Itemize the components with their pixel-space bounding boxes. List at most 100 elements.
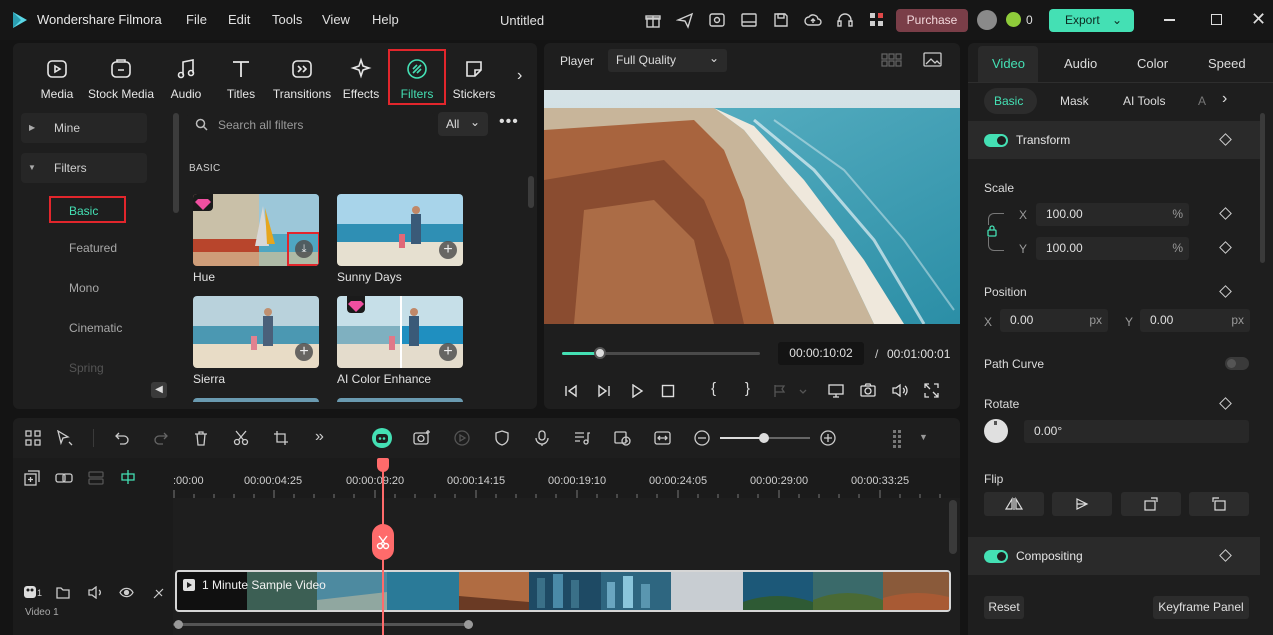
- split-scissors-icon[interactable]: [233, 430, 249, 446]
- keyframe-diamond-icon[interactable]: [1219, 549, 1232, 562]
- video-preview[interactable]: [544, 90, 960, 324]
- mark-in-icon[interactable]: {: [711, 380, 716, 397]
- tab-video[interactable]: Video: [992, 56, 1025, 71]
- close-icon[interactable]: ✕: [1251, 10, 1266, 28]
- avatar[interactable]: [977, 10, 997, 30]
- send-icon[interactable]: [676, 11, 694, 29]
- subtab-ai-tools[interactable]: AI Tools: [1123, 94, 1165, 108]
- media-manager-icon[interactable]: [708, 11, 726, 29]
- tabs-next-chevron-icon[interactable]: ›: [517, 67, 522, 85]
- display-screen-icon[interactable]: [828, 384, 844, 398]
- chevron-down-icon[interactable]: ⌄: [1112, 9, 1122, 32]
- play-circle-icon[interactable]: [454, 430, 470, 446]
- auto-sync-icon[interactable]: [614, 430, 631, 446]
- lock-track-icon[interactable]: [152, 586, 165, 600]
- playback-scrubber-handle[interactable]: [593, 347, 606, 359]
- rotate-input[interactable]: 0.00°: [1024, 420, 1249, 443]
- subtabs-next-chevron-icon[interactable]: ›: [1222, 90, 1227, 108]
- headset-support-icon[interactable]: [836, 11, 854, 29]
- filter-thumb-sunny-days[interactable]: +: [337, 194, 463, 266]
- tab-speed[interactable]: Speed: [1208, 56, 1246, 71]
- keyframe-diamond-icon[interactable]: [1219, 241, 1232, 254]
- flip-vertical-button[interactable]: [1052, 492, 1112, 516]
- sidebar-sub-featured[interactable]: Featured: [69, 241, 117, 255]
- properties-scrollbar[interactable]: [1260, 113, 1265, 263]
- marker-dropdown-icon[interactable]: [772, 384, 808, 398]
- scrollbar-handle-right[interactable]: [464, 620, 473, 629]
- eye-visibility-icon[interactable]: [119, 587, 134, 598]
- layout-icon[interactable]: [740, 11, 758, 29]
- tab-effects[interactable]: Effects: [331, 57, 391, 101]
- sidebar-sub-mono[interactable]: Mono: [69, 281, 99, 295]
- layout-grid-icon[interactable]: [25, 430, 41, 446]
- rotate-dial[interactable]: [984, 419, 1008, 443]
- menu-view[interactable]: View: [322, 12, 350, 27]
- reset-button[interactable]: Reset: [984, 596, 1024, 619]
- camera-snapshot-icon[interactable]: [860, 383, 876, 398]
- apps-grid-icon[interactable]: [868, 11, 886, 29]
- download-button[interactable]: ⤓: [287, 232, 319, 266]
- select-cursor-icon[interactable]: [56, 430, 74, 446]
- menu-help[interactable]: Help: [372, 12, 399, 27]
- tab-audio[interactable]: Audio: [156, 57, 216, 101]
- compositing-section-header[interactable]: Compositing: [968, 537, 1260, 575]
- add-filter-icon[interactable]: +: [439, 343, 457, 361]
- flip-horizontal-button[interactable]: [984, 492, 1044, 516]
- export-button[interactable]: Export ⌄: [1049, 9, 1134, 32]
- cloud-upload-icon[interactable]: [804, 11, 822, 29]
- sidebar-item-mine[interactable]: ▶ Mine: [21, 113, 147, 143]
- keyframe-diamond-icon[interactable]: [1219, 133, 1232, 146]
- zoom-out-icon[interactable]: [694, 430, 710, 446]
- track-audio-icon[interactable]: [88, 586, 103, 599]
- snapshot-image-icon[interactable]: [923, 52, 942, 67]
- compositing-toggle[interactable]: [984, 550, 1008, 563]
- stop-icon[interactable]: [661, 384, 675, 398]
- add-track-icon[interactable]: [24, 470, 40, 486]
- audio-list-icon[interactable]: [574, 430, 591, 446]
- subtab-mask[interactable]: Mask: [1060, 94, 1089, 108]
- tab-filters[interactable]: Filters: [388, 49, 446, 105]
- mark-out-icon[interactable]: }: [745, 380, 750, 397]
- position-y-input[interactable]: 0.00 px: [1140, 309, 1250, 332]
- gift-icon[interactable]: [644, 11, 662, 29]
- sidebar-scrollbar[interactable]: [173, 113, 179, 213]
- path-curve-toggle[interactable]: [1225, 357, 1249, 370]
- sidebar-item-filters[interactable]: ▼ Filters: [21, 153, 147, 183]
- filter-category-select[interactable]: All ⌄: [438, 112, 488, 136]
- zoom-in-icon[interactable]: [820, 430, 836, 446]
- rotate-counterclockwise-button[interactable]: [1189, 492, 1249, 516]
- playback-progress-track[interactable]: [562, 347, 760, 359]
- filter-thumb-sierra[interactable]: +: [193, 296, 319, 368]
- menu-file[interactable]: File: [186, 12, 207, 27]
- track-menu-dropdown-icon[interactable]: ▼: [919, 432, 928, 442]
- current-time[interactable]: 00:00:10:02: [778, 342, 864, 365]
- tab-audio[interactable]: Audio: [1064, 56, 1097, 71]
- add-filter-icon[interactable]: +: [439, 241, 457, 259]
- track-grid-icon[interactable]: [893, 430, 907, 448]
- filters-scrollbar[interactable]: [528, 176, 534, 208]
- keyframe-diamond-icon[interactable]: [1219, 285, 1232, 298]
- split-at-playhead-button[interactable]: [372, 524, 394, 560]
- position-x-input[interactable]: 0.00 px: [1000, 309, 1108, 332]
- previous-frame-icon[interactable]: [564, 384, 578, 398]
- keyframe-panel-button[interactable]: Keyframe Panel: [1153, 596, 1249, 619]
- search-input[interactable]: Search all filters: [218, 118, 303, 132]
- purchase-button[interactable]: Purchase: [896, 9, 968, 32]
- filter-thumb-ai-color-enhance[interactable]: +: [337, 296, 463, 368]
- quality-select[interactable]: Full Quality ⌄: [608, 49, 727, 72]
- video-clip[interactable]: 1 Minute Sample Video: [175, 570, 951, 612]
- timeline-horizontal-scrollbar[interactable]: [173, 623, 473, 626]
- subtab-basic[interactable]: Basic: [984, 88, 1037, 114]
- menu-tools[interactable]: Tools: [272, 12, 302, 27]
- keyframe-diamond-icon[interactable]: [1219, 207, 1232, 220]
- collapse-sidebar-icon[interactable]: ◀: [151, 382, 167, 398]
- sidebar-sub-spring[interactable]: Spring: [69, 361, 104, 375]
- minimize-icon[interactable]: [1164, 19, 1175, 21]
- filter-thumb-partial[interactable]: [193, 398, 319, 402]
- save-icon[interactable]: [772, 11, 790, 29]
- sidebar-sub-basic[interactable]: Basic: [49, 196, 126, 223]
- filter-search[interactable]: Search all filters: [187, 113, 435, 137]
- crop-icon[interactable]: [273, 430, 289, 446]
- tab-titles[interactable]: Titles: [211, 57, 271, 101]
- microphone-icon[interactable]: [534, 430, 550, 446]
